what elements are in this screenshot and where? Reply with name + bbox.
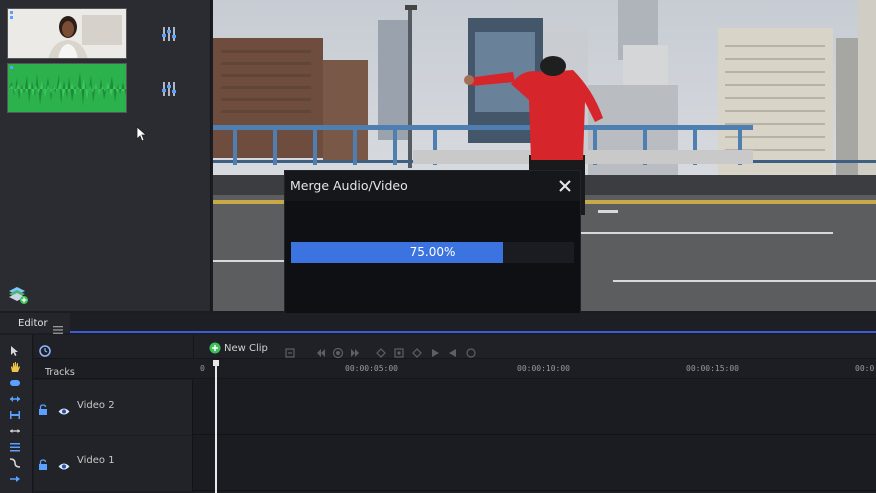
editor-tab-label: Editor <box>18 318 48 329</box>
audio-clip-thumbnail[interactable] <box>7 63 127 113</box>
track-row[interactable]: Video 1 <box>34 436 876 491</box>
keyframe-prev-icon[interactable] <box>448 343 458 357</box>
stretch-tool-icon[interactable] <box>9 438 21 452</box>
roll-tool-icon[interactable] <box>9 390 21 402</box>
lock-icon[interactable] <box>38 455 48 470</box>
tab-editor[interactable]: Editor <box>0 313 70 334</box>
merge-dialog: Merge Audio/Video 75.00% <box>284 170 581 320</box>
track-header: Video 2 <box>34 380 193 435</box>
ruler-tick: 00:00:15:00 <box>686 364 739 373</box>
new-clip-button[interactable]: New Clip <box>209 342 268 354</box>
skip-back-icon[interactable] <box>316 343 326 357</box>
slip-tool-icon[interactable] <box>9 406 21 419</box>
keyframe-remove-icon[interactable] <box>466 343 476 358</box>
slide-tool-icon[interactable] <box>9 422 21 434</box>
ruler-tick: 0 <box>200 364 205 373</box>
skip-forward-icon[interactable] <box>350 343 360 357</box>
eye-icon[interactable] <box>58 401 70 415</box>
video-clip-thumbnail[interactable] <box>7 8 127 59</box>
ruler-tick: 00:00:05:00 <box>345 364 398 373</box>
media-bin <box>0 0 211 311</box>
marker-icon[interactable] <box>394 343 404 358</box>
menu-icon[interactable] <box>53 319 63 334</box>
eye-icon[interactable] <box>58 456 70 470</box>
add-layer-icon[interactable] <box>7 285 29 309</box>
keyframe-add-icon[interactable] <box>430 343 440 357</box>
tracks-label: Tracks <box>45 367 75 378</box>
track-label: Video 1 <box>77 455 115 466</box>
mouse-cursor-icon <box>136 126 148 146</box>
timeline-ruler[interactable]: Tracks 0 00:00:05:00 00:00:10:00 00:00:1… <box>34 359 876 379</box>
lock-icon[interactable] <box>38 400 48 415</box>
audio-waveform <box>8 64 126 112</box>
progress-percent: 75.00% <box>409 245 456 259</box>
ripple-tool-icon[interactable] <box>9 374 21 386</box>
select-tool-icon[interactable] <box>9 342 21 356</box>
editor-panel-header: Editor <box>0 313 876 334</box>
progress-bar: 75.00% <box>291 242 574 263</box>
add-icon <box>209 342 221 354</box>
ruler-tick: 00:00:10:00 <box>517 364 570 373</box>
close-icon[interactable] <box>558 178 572 192</box>
curve-tool-icon[interactable] <box>9 454 21 468</box>
play-icon[interactable] <box>332 343 344 359</box>
track-row[interactable]: Video 2 <box>34 380 876 435</box>
hand-tool-icon[interactable] <box>9 358 21 372</box>
mixer-settings-icon[interactable] <box>160 25 178 43</box>
video-thumbnail-image <box>8 9 126 58</box>
move-right-tool-icon[interactable] <box>9 470 21 482</box>
dialog-header: Merge Audio/Video <box>285 171 580 201</box>
timeline-tools <box>0 335 33 493</box>
track-header: Video 1 <box>34 436 193 491</box>
mixer-settings-icon[interactable] <box>160 80 178 98</box>
track-label: Video 2 <box>77 400 115 411</box>
timeline-toolbar: New Clip <box>34 335 876 493</box>
link-icon[interactable] <box>285 343 295 358</box>
next-marker-icon[interactable] <box>412 343 422 358</box>
ruler-tick: 00:0 <box>855 364 875 373</box>
prev-marker-icon[interactable] <box>376 343 386 358</box>
dialog-title: Merge Audio/Video <box>290 178 408 193</box>
playhead[interactable] <box>215 360 217 493</box>
new-clip-label: New Clip <box>224 342 268 354</box>
